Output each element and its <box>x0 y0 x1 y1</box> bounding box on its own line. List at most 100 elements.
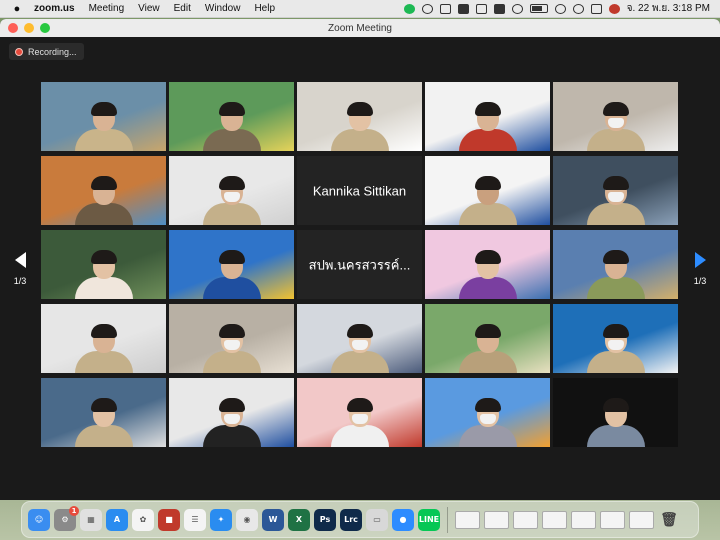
dock-document-thumbnail[interactable] <box>513 510 538 529</box>
recording-dot-icon <box>15 47 23 56</box>
participant-tile[interactable] <box>41 378 166 447</box>
input-source-icon[interactable] <box>493 3 505 14</box>
participant-tile[interactable] <box>553 230 678 299</box>
safari-icon[interactable]: ✦ <box>210 508 232 531</box>
participant-tile[interactable] <box>297 304 422 373</box>
participant-tile[interactable] <box>169 304 294 373</box>
face-mask <box>223 340 240 350</box>
recording-indicator[interactable]: Recording... <box>9 43 84 60</box>
screen-record-icon[interactable] <box>439 3 451 14</box>
dock-document-thumbnail[interactable] <box>542 510 567 529</box>
close-window-icon[interactable] <box>8 23 18 33</box>
gallery-grid: Kannika Sittikan สปพ.นครสวรรค์... <box>41 82 679 449</box>
participant-tile[interactable] <box>169 230 294 299</box>
user-avatar-icon[interactable] <box>608 3 620 14</box>
participant-tile[interactable] <box>553 378 678 447</box>
participant-head <box>90 176 117 205</box>
system-preferences-icon[interactable]: ⚙ 1 <box>54 505 79 531</box>
creative-cloud-icon[interactable] <box>421 3 433 14</box>
notification-badge: 1 <box>69 505 79 516</box>
window-controls <box>8 23 50 33</box>
participant-tile[interactable] <box>41 82 166 151</box>
participant-tile[interactable] <box>169 156 294 225</box>
lightroom-icon[interactable]: Lrc <box>340 508 362 531</box>
menu-help[interactable]: Help <box>254 3 275 14</box>
participant-tile[interactable] <box>425 378 550 447</box>
line-status-icon[interactable] <box>403 3 415 14</box>
dock-document-thumbnail[interactable] <box>571 510 596 529</box>
participant-tile[interactable] <box>169 82 294 151</box>
participant-tile[interactable] <box>169 378 294 447</box>
photos-icon[interactable]: ✿ <box>132 508 154 531</box>
participant-body <box>330 425 389 447</box>
participant-hair <box>218 398 245 412</box>
trash-icon[interactable]: 🗑 <box>658 509 680 531</box>
launchpad-icon[interactable]: ▦ <box>80 508 102 531</box>
participant-video <box>330 324 389 373</box>
reminders-icon[interactable]: ☰ <box>184 508 206 531</box>
participant-tile[interactable] <box>553 304 678 373</box>
menu-app-name[interactable]: zoom.us <box>34 3 75 14</box>
participant-body <box>74 351 133 373</box>
participant-tile[interactable]: สปพ.นครสวรรค์... <box>297 230 422 299</box>
participant-tile[interactable] <box>425 156 550 225</box>
dock-document-thumbnail[interactable] <box>600 510 625 529</box>
participant-head <box>602 398 629 427</box>
participant-tile[interactable] <box>553 156 678 225</box>
safari-glyph: ✦ <box>217 515 225 524</box>
moon-icon[interactable] <box>457 3 469 14</box>
participant-body <box>202 129 261 151</box>
window-titlebar[interactable]: Zoom Meeting <box>0 19 720 37</box>
menu-edit[interactable]: Edit <box>174 3 191 14</box>
participant-body <box>458 129 517 151</box>
word-icon[interactable]: W <box>262 508 284 531</box>
participant-hair <box>218 102 245 116</box>
bluetooth-icon[interactable] <box>511 3 523 14</box>
participant-head <box>474 176 501 205</box>
dock-document-thumbnail[interactable] <box>629 510 654 529</box>
menubar-clock[interactable]: จ. 22 พ.ย. 3:18 PM <box>627 1 710 16</box>
wifi-icon[interactable] <box>554 3 566 14</box>
minimize-window-icon[interactable] <box>24 23 34 33</box>
participant-tile[interactable]: Kannika Sittikan <box>297 156 422 225</box>
participant-tile[interactable] <box>41 230 166 299</box>
menu-meeting[interactable]: Meeting <box>89 3 125 14</box>
dock-document-thumbnail[interactable] <box>484 510 509 529</box>
system-preferences-glyph: ⚙ <box>61 515 69 524</box>
excel-icon[interactable]: X <box>288 508 310 531</box>
next-page-button[interactable]: 1/3 <box>686 237 714 301</box>
menu-view[interactable]: View <box>138 3 160 14</box>
face-mask <box>607 118 624 128</box>
participant-tile[interactable] <box>41 156 166 225</box>
app-store-icon[interactable]: A <box>106 508 128 531</box>
fullscreen-window-icon[interactable] <box>40 23 50 33</box>
participant-tile[interactable] <box>425 82 550 151</box>
apple-menu-icon[interactable]: ● <box>8 3 26 15</box>
window-icon[interactable] <box>475 3 487 14</box>
participant-tile[interactable] <box>425 304 550 373</box>
participant-body <box>458 277 517 299</box>
participant-tile[interactable] <box>297 378 422 447</box>
preview-icon[interactable]: ▭ <box>366 508 388 531</box>
menu-window[interactable]: Window <box>205 3 241 14</box>
finder-icon[interactable]: ☺ <box>28 508 50 531</box>
participant-hair <box>474 102 501 116</box>
participant-name: สปพ.นครสวรรค์... <box>308 257 411 272</box>
participant-video <box>74 250 133 299</box>
participant-tile[interactable] <box>553 82 678 151</box>
participant-tile[interactable] <box>41 304 166 373</box>
chrome-icon[interactable]: ◉ <box>236 508 258 531</box>
battery-icon[interactable] <box>529 4 548 13</box>
previous-page-button[interactable]: 1/3 <box>6 237 34 301</box>
dock-document-thumbnail[interactable] <box>455 510 480 529</box>
participant-head <box>602 176 629 205</box>
participant-tile[interactable] <box>297 82 422 151</box>
photoshop-icon[interactable]: Ps <box>314 508 336 531</box>
participant-body <box>202 277 261 299</box>
line-icon[interactable]: LINE <box>418 508 440 531</box>
control-center-icon[interactable] <box>590 3 602 14</box>
photo-booth-icon[interactable]: ■ <box>158 508 180 531</box>
participant-tile[interactable] <box>425 230 550 299</box>
zoom-icon[interactable]: ● <box>392 508 414 531</box>
search-icon[interactable] <box>572 3 584 14</box>
